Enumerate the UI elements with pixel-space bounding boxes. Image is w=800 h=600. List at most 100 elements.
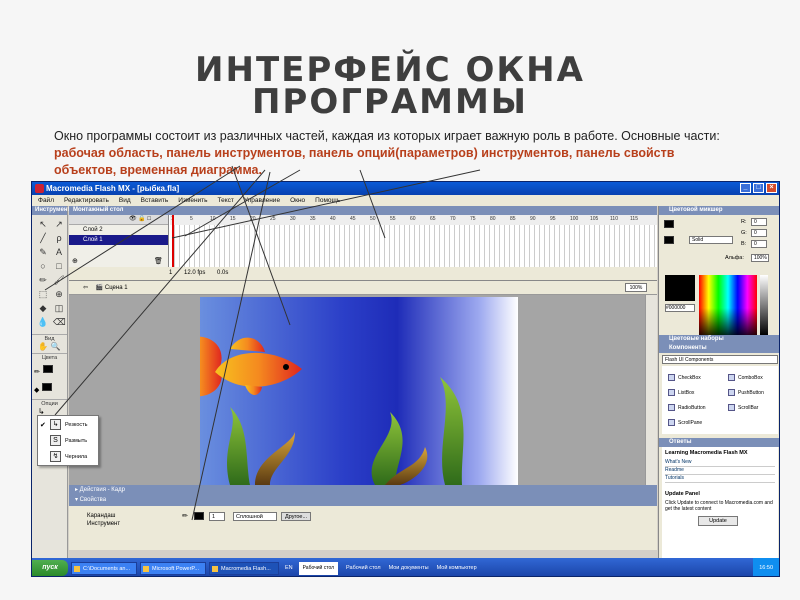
eraser-tool-icon[interactable]: ⌫ <box>53 317 66 328</box>
paint-bucket-tool-icon[interactable]: ◫ <box>53 303 65 314</box>
component-label: ScrollPane <box>678 419 703 426</box>
text-tool-icon[interactable]: A <box>53 247 65 258</box>
answers-link-whats-new[interactable]: What's New <box>665 459 775 467</box>
menu-help[interactable]: Помощь <box>315 195 340 206</box>
swatches-panel-header[interactable]: Цветовые наборы <box>659 335 779 344</box>
stroke-width-input[interactable]: 1 <box>209 512 225 521</box>
pushbutton-component-icon <box>728 389 735 396</box>
mixer-stroke-swatch[interactable] <box>664 220 674 228</box>
flash-window: Macromedia Flash MX - [рыбка.fla] _ □ × … <box>31 181 780 577</box>
ruler-tick: 40 <box>330 216 336 222</box>
pencil-tool-icon[interactable]: ✏ <box>37 275 49 286</box>
alpha-input[interactable]: 100% <box>751 254 769 262</box>
start-button[interactable]: пуск <box>32 560 68 576</box>
menu-view[interactable]: Вид <box>119 195 131 206</box>
properties-stroke-swatch[interactable] <box>194 512 204 520</box>
component-item[interactable]: RadioButton <box>668 402 726 413</box>
stage-vertical-scrollbar[interactable] <box>645 295 657 485</box>
component-label: ComboBox <box>738 374 763 381</box>
actions-panel-header[interactable]: ▸ Действия - Кадр <box>69 485 657 495</box>
hex-input[interactable]: #000000 <box>665 304 695 312</box>
subselect-tool-icon[interactable]: ↗ <box>53 219 65 230</box>
stage[interactable] <box>180 297 518 485</box>
current-frame: 1 <box>169 270 173 276</box>
blue-input[interactable]: 0 <box>751 240 767 248</box>
components-set-select[interactable]: Flash UI Components <box>662 355 778 364</box>
component-item[interactable]: ComboBox <box>728 372 779 383</box>
back-arrow-icon[interactable]: ⇦ <box>83 285 88 291</box>
stroke-style-select[interactable]: Сплошной <box>233 512 277 521</box>
add-layer-icon[interactable]: ⊕ <box>72 257 78 265</box>
fill-color-swatch[interactable] <box>42 383 53 391</box>
frame-ruler[interactable]: 1510152025303540455055606570758085909510… <box>170 215 657 225</box>
menu-control[interactable]: Управление <box>244 195 280 206</box>
pen-tool-icon[interactable]: ✎ <box>37 247 49 258</box>
system-clock: 16:50 <box>753 558 779 576</box>
pencil-mode-ink[interactable]: ↯ Чернила <box>38 449 98 464</box>
hand-tool-icon[interactable]: ✋ <box>38 342 48 351</box>
properties-panel: Карандаш Инструмент ✏ 1 Сплошной Другое.… <box>69 506 657 550</box>
brightness-slider[interactable] <box>760 275 768 335</box>
eyedropper-tool-icon[interactable]: 💧 <box>37 317 49 328</box>
component-item[interactable]: ListBox <box>668 387 726 398</box>
pencil-mode-smooth[interactable]: S Размыть <box>38 433 98 448</box>
quicklaunch-desktop[interactable]: Рабочий стол <box>346 565 381 571</box>
component-item[interactable]: PushButton <box>728 387 779 398</box>
seaweed <box>227 407 250 485</box>
taskbar-item-explorer[interactable]: C:\Documents an... <box>71 561 137 575</box>
window-titlebar: Macromedia Flash MX - [рыбка.fla] _ □ × <box>32 182 779 195</box>
quicklaunch-my-computer[interactable]: Мой компьютер <box>437 565 477 571</box>
custom-stroke-button[interactable]: Другое... <box>281 512 311 521</box>
color-spectrum[interactable] <box>699 275 757 335</box>
properties-panel-header[interactable]: ▾ Свойства <box>69 495 657 506</box>
update-button[interactable]: Update <box>698 516 738 526</box>
rectangle-tool-icon[interactable]: □ <box>53 261 65 272</box>
pencil-mode-straighten[interactable]: ✔ ↳ Резкость <box>38 417 98 432</box>
maximize-button[interactable]: □ <box>753 183 764 193</box>
frames-grid[interactable]: 1510152025303540455055606570758085909510… <box>170 215 657 267</box>
answers-link-readme[interactable]: Readme <box>665 467 775 475</box>
language-indicator[interactable]: EN <box>285 565 293 571</box>
component-item[interactable]: ScrollBar <box>728 402 779 413</box>
close-button[interactable]: × <box>766 183 777 193</box>
menu-window[interactable]: Окно <box>290 195 305 206</box>
properties-tool-name: Карандаш Инструмент <box>87 512 120 528</box>
lasso-tool-icon[interactable]: ρ <box>53 233 65 244</box>
work-area[interactable] <box>69 295 645 485</box>
playhead[interactable] <box>172 215 174 267</box>
answers-panel-header[interactable]: Ответы <box>659 438 779 447</box>
taskbar-item-powerpoint[interactable]: Microsoft PowerP... <box>140 561 206 575</box>
minimize-button[interactable]: _ <box>740 183 751 193</box>
line-tool-icon[interactable]: ╱ <box>37 233 49 244</box>
red-input[interactable]: 0 <box>751 218 767 226</box>
color-mixer-title[interactable]: Цветовой микшер <box>659 206 779 215</box>
ink-bottle-tool-icon[interactable]: ◆ <box>37 303 49 314</box>
fill-transform-tool-icon[interactable]: ⊕ <box>53 289 65 300</box>
menu-insert[interactable]: Вставить <box>141 195 169 206</box>
component-item[interactable]: CheckBox <box>668 372 726 383</box>
ruler-tick: 105 <box>590 216 599 222</box>
taskbar-item-flash[interactable]: Macromedia Flash... <box>209 561 279 575</box>
zoom-tool-icon[interactable]: 🔍 <box>51 342 61 351</box>
taskbar-toolbar-box[interactable]: Рабочий стол <box>298 561 339 575</box>
green-input[interactable]: 0 <box>751 229 767 237</box>
oval-tool-icon[interactable]: ○ <box>37 261 49 272</box>
free-transform-tool-icon[interactable]: ⬚ <box>37 289 49 300</box>
stroke-color-swatch[interactable] <box>42 365 53 373</box>
arrow-tool-icon[interactable]: ↖ <box>37 219 49 230</box>
mixer-fill-swatch[interactable] <box>664 236 674 244</box>
answers-link-tutorials[interactable]: Tutorials <box>665 475 775 483</box>
components-panel-header[interactable]: Компоненты <box>659 344 779 353</box>
menu-modify[interactable]: Изменить <box>178 195 207 206</box>
brush-tool-icon[interactable]: 🖌 <box>53 275 65 286</box>
fill-type-select[interactable]: Solid <box>689 236 733 244</box>
layer-row[interactable]: Слой 1 <box>69 235 168 245</box>
trash-icon[interactable]: 🗑 <box>154 257 163 265</box>
menu-text[interactable]: Текст <box>218 195 234 206</box>
layer-row[interactable]: Слой 2 <box>69 225 168 235</box>
quicklaunch-my-documents[interactable]: Мои документы <box>389 565 429 571</box>
menu-file[interactable]: Файл <box>38 195 54 206</box>
component-item[interactable]: ScrollPane <box>668 417 726 428</box>
menu-edit[interactable]: Редактировать <box>64 195 109 206</box>
zoom-select[interactable]: 100% <box>625 283 647 292</box>
